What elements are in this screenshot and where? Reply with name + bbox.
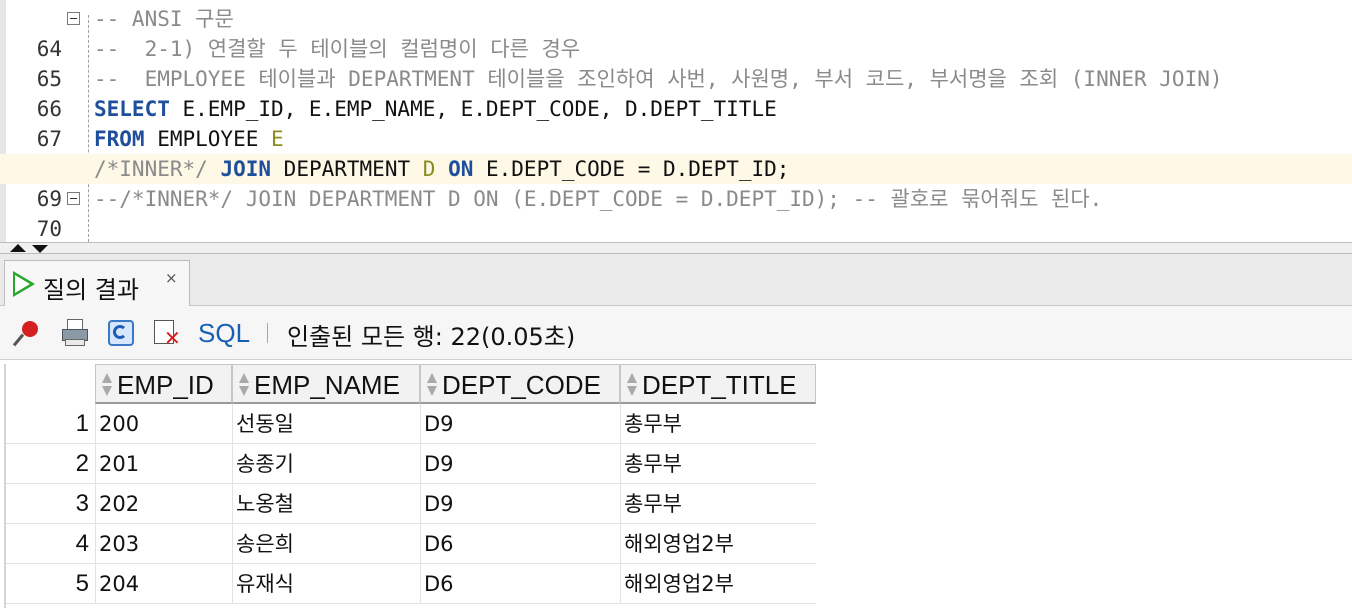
cell-emp-id[interactable]: 200	[95, 404, 232, 444]
keyword-select: SELECT	[94, 97, 170, 121]
cell-dept-title[interactable]: 해외영업2부	[620, 564, 816, 604]
column-header-dept-title[interactable]: DEPT_TITLE	[620, 364, 816, 404]
cell-emp-id[interactable]: 203	[95, 524, 232, 564]
cell-emp-name[interactable]: 송종기	[232, 444, 420, 484]
table-row[interactable]: 5 204 유재식 D6 해외영업2부	[6, 564, 816, 604]
cell-dept-code[interactable]: D6	[420, 524, 620, 564]
cell-dept-code[interactable]: D9	[420, 404, 620, 444]
column-label: DEPT_TITLE	[642, 370, 797, 400]
code-text: /*INNER*/ JOIN DEPARTMENT D ON E.DEPT_CO…	[94, 154, 789, 184]
sql-button[interactable]: SQL	[198, 318, 250, 349]
column-label: DEPT_CODE	[442, 370, 601, 400]
keyword-on: ON	[448, 157, 474, 181]
code-line-67[interactable]: 67 SELECT E.EMP_ID, E.EMP_NAME, E.DEPT_C…	[0, 94, 1352, 151]
code-line-64[interactable]: 64 -- ANSI 구문	[0, 4, 1352, 61]
run-icon-inner	[15, 275, 30, 293]
panel-splitter[interactable]	[0, 242, 1352, 254]
fold-toggle-icon[interactable]	[67, 192, 80, 205]
cell-emp-id[interactable]: 202	[95, 484, 232, 524]
results-toolbar: ✕ SQL 인출된 모든 행: 22(0.05초)	[0, 306, 1352, 360]
cell-emp-name[interactable]: 유재식	[232, 564, 420, 604]
column-header-emp-id[interactable]: EMP_ID	[95, 364, 232, 404]
code-line-71[interactable]: 71	[0, 214, 1352, 242]
code-table: DEPARTMENT	[271, 157, 423, 181]
code-text: SELECT E.EMP_ID, E.EMP_NAME, E.DEPT_CODE…	[94, 94, 777, 124]
toolbar-divider	[267, 323, 268, 343]
column-header-dept-code[interactable]: DEPT_CODE	[420, 364, 620, 404]
code-line-68[interactable]: 68 FROM EMPLOYEE E	[0, 124, 1352, 181]
inline-comment: /*INNER*/	[94, 157, 208, 181]
code-text: -- ANSI 구문	[94, 7, 234, 31]
row-number: 4	[75, 530, 89, 557]
table-row[interactable]: 4 203 송은희 D6 해외영업2부	[6, 524, 816, 564]
row-number: 3	[75, 490, 89, 517]
code-table: EMPLOYEE	[144, 127, 272, 151]
table-row[interactable]: 1 200 선동일 D9 총무부	[6, 404, 816, 444]
cell-emp-name[interactable]: 송은희	[232, 524, 420, 564]
tab-query-result[interactable]: 질의 결과 ×	[4, 260, 190, 307]
table-alias: E	[271, 127, 284, 151]
cell-dept-title[interactable]: 총무부	[620, 404, 816, 444]
cell-dept-code[interactable]: D9	[420, 444, 620, 484]
keyword-from: FROM	[94, 127, 145, 151]
row-number: 5	[75, 570, 89, 597]
sql-editor[interactable]: 64 -- ANSI 구문 65 -- 2-1) 연결할 두 테이블의 컬럼명이…	[0, 0, 1352, 242]
code-line-70[interactable]: 70 --/*INNER*/ JOIN DEPARTMENT D ON (E.D…	[0, 184, 1352, 241]
row-number: 1	[75, 410, 89, 437]
column-header-emp-name[interactable]: EMP_NAME	[232, 364, 420, 404]
table-alias: D	[422, 157, 436, 181]
column-label: EMP_ID	[117, 370, 214, 400]
delete-icon[interactable]: ✕	[152, 319, 182, 348]
code-line-65[interactable]: 65 -- 2-1) 연결할 두 테이블의 컬럼명이 다른 경우	[0, 34, 1352, 91]
close-icon[interactable]: ×	[165, 269, 178, 287]
tab-label: 질의 결과	[43, 276, 139, 304]
cell-dept-title[interactable]: 총무부	[620, 444, 816, 484]
table-row[interactable]: 2 201 송종기 D9 총무부	[6, 444, 816, 484]
keyword-join: JOIN	[220, 157, 272, 181]
sort-icon[interactable]	[626, 373, 638, 397]
code-columns: E.EMP_ID, E.EMP_NAME, E.DEPT_CODE, D.DEP…	[169, 97, 777, 121]
sort-icon[interactable]	[238, 373, 250, 397]
sort-icon[interactable]	[426, 373, 438, 397]
results-grid[interactable]: EMP_ID EMP_NAME DEPT_CODE DEPT_TITLE 1 2…	[0, 360, 1352, 608]
row-number: 2	[75, 450, 89, 477]
code-text: -- 2-1) 연결할 두 테이블의 컬럼명이 다른 경우	[94, 37, 581, 61]
cell-dept-title[interactable]: 해외영업2부	[620, 524, 816, 564]
print-icon[interactable]	[60, 319, 90, 347]
grid-corner	[6, 364, 95, 404]
sort-icon[interactable]	[101, 373, 113, 397]
cell-emp-name[interactable]: 노옹철	[232, 484, 420, 524]
collapse-icon[interactable]	[10, 244, 26, 252]
cell-emp-name[interactable]: 선동일	[232, 404, 420, 444]
cell-dept-code[interactable]: D6	[420, 564, 620, 604]
pin-icon[interactable]	[12, 319, 44, 347]
code-text: --/*INNER*/ JOIN DEPARTMENT D ON (E.DEPT…	[94, 187, 1103, 211]
cell-emp-id[interactable]: 201	[95, 444, 232, 484]
refresh-icon[interactable]	[106, 319, 136, 347]
cell-emp-id[interactable]: 204	[95, 564, 232, 604]
table-row[interactable]: 3 202 노옹철 D9 총무부	[6, 484, 816, 524]
code-text: FROM EMPLOYEE E	[94, 124, 284, 154]
column-label: EMP_NAME	[254, 370, 400, 400]
fetch-status: 인출된 모든 행: 22(0.05초)	[287, 323, 576, 351]
cell-dept-code[interactable]: D9	[420, 484, 620, 524]
code-condition: E.DEPT_CODE = D.DEPT_ID;	[473, 157, 790, 181]
fold-toggle-icon[interactable]	[67, 12, 80, 25]
expand-icon[interactable]	[32, 245, 48, 253]
cell-dept-title[interactable]: 총무부	[620, 484, 816, 524]
code-line-66[interactable]: 66 -- EMPLOYEE 테이블과 DEPARTMENT 테이블을 조인하여…	[0, 64, 1352, 121]
code-text: -- EMPLOYEE 테이블과 DEPARTMENT 테이블을 조인하여 사번…	[94, 67, 1223, 91]
results-tabstrip: 질의 결과 ×	[0, 254, 1352, 307]
code-line-69[interactable]: 69 /*INNER*/ JOIN DEPARTMENT D ON E.DEPT…	[0, 154, 1352, 211]
